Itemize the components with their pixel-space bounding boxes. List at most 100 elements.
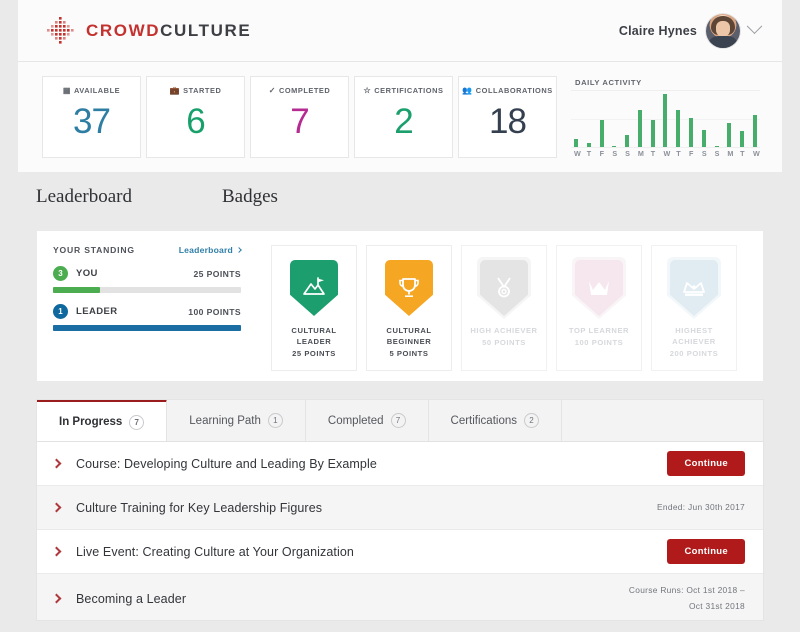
daily-activity-chart: DAILY ACTIVITY WTFSSMTWTFSSMTW (571, 76, 760, 158)
rank-badge: 1 (53, 304, 68, 319)
row-action: Continue (667, 539, 745, 564)
chevron-down-icon[interactable] (747, 18, 763, 34)
table-row[interactable]: Culture Training for Key Leadership Figu… (37, 486, 763, 530)
stat-label-text: COMPLETED (279, 86, 330, 95)
tab-count-badge: 1 (268, 413, 283, 428)
stat-label: ✓ COMPLETED (269, 86, 331, 95)
badge-list: CULTURAL LEADER 25 POINTS (271, 245, 737, 371)
chevron-right-icon[interactable] (52, 503, 62, 513)
tab-certifications[interactable]: Certifications 2 (429, 400, 562, 441)
table-row[interactable]: Becoming a Leader Course Runs: Oct 1st 2… (37, 574, 763, 621)
stat-label-text: AVAILABLE (74, 86, 120, 95)
chart-bar (663, 94, 667, 147)
chart-bar (600, 120, 604, 147)
chart-x-tick: S (702, 149, 706, 158)
progress-track-leader (53, 325, 241, 331)
chart-x-tick: T (676, 149, 680, 158)
logo-text-primary: CROWD (86, 21, 160, 40)
your-standing-widget: YOUR STANDING Leaderboard 3 YOU 25 POINT… (49, 245, 241, 331)
badge-cultural-leader[interactable]: CULTURAL LEADER 25 POINTS (271, 245, 357, 371)
medal-icon (491, 276, 517, 300)
stat-card-collaborations[interactable]: 👥 COLLABORATIONS 18 (458, 76, 557, 158)
shield-graphic (480, 260, 528, 316)
row-action: Continue (667, 451, 745, 476)
tab-count-badge: 7 (129, 415, 144, 430)
stat-value: 37 (73, 104, 110, 139)
chart-x-tick: T (587, 149, 591, 158)
continue-button[interactable]: Continue (667, 451, 745, 476)
tab-count-badge: 7 (391, 413, 406, 428)
stat-label: ▦ AVAILABLE (63, 86, 120, 95)
brand-logo[interactable]: CROWDCULTURE (46, 16, 251, 46)
tab-label: In Progress (59, 416, 122, 428)
course-title: Live Event: Creating Culture at Your Org… (76, 545, 354, 559)
chart-x-tick-labels: WTFSSMTWTFSSMTW (571, 148, 760, 158)
crown-jewel-icon (681, 277, 707, 299)
badge-cultural-beginner[interactable]: CULTURAL BEGINNER 5 POINTS (366, 245, 452, 371)
standing-row-leader: 1 LEADER 100 POINTS (53, 304, 241, 319)
user-name-label: Claire Hynes (619, 24, 697, 38)
row-action: Course Runs: Oct 1st 2018 – Oct 31st 201… (629, 583, 745, 615)
course-date-note: Course Runs: Oct 1st 2018 – Oct 31st 201… (629, 583, 745, 615)
stat-value: 7 (290, 104, 308, 139)
bag-icon: 💼 (170, 87, 181, 95)
badge-name-line2: BEGINNER (387, 337, 431, 346)
stat-card-started[interactable]: 💼 STARTED 6 (146, 76, 245, 158)
table-row[interactable]: Course: Developing Culture and Leading B… (37, 442, 763, 486)
stat-value: 2 (394, 104, 412, 139)
badge-name: HIGHEST ACHIEVER (672, 325, 716, 347)
stat-card-completed[interactable]: ✓ COMPLETED 7 (250, 76, 349, 158)
chart-bar (702, 130, 706, 147)
tab-learning-path[interactable]: Learning Path 1 (167, 400, 306, 441)
tab-label: Completed (328, 415, 384, 427)
chart-bar (740, 131, 744, 147)
chevron-right-icon[interactable] (52, 547, 62, 557)
standing-header: YOUR STANDING Leaderboard (53, 245, 241, 255)
user-menu[interactable]: Claire Hynes (619, 14, 760, 48)
chart-x-tick: W (574, 149, 578, 158)
chart-bars (571, 91, 760, 147)
badge-name-line2: ACHIEVER (672, 337, 716, 346)
stat-card-available[interactable]: ▦ AVAILABLE 37 (42, 76, 141, 158)
chart-bar (638, 110, 642, 147)
stat-label-text: STARTED (183, 86, 221, 95)
stat-label: 👥 COLLABORATIONS (462, 86, 552, 95)
chevron-right-icon[interactable] (52, 594, 62, 604)
progress-fill (53, 325, 241, 331)
continue-button[interactable]: Continue (667, 539, 745, 564)
app-header: CROWDCULTURE Claire Hynes (18, 0, 782, 62)
badges-heading: Badges (222, 186, 278, 208)
chart-bar (587, 143, 591, 147)
avatar[interactable] (706, 14, 740, 48)
badge-name-line1: CULTURAL (386, 326, 431, 335)
tab-count-badge: 2 (524, 413, 539, 428)
badge-name-line1: HIGHEST (675, 326, 713, 335)
leaderboard-link-label: Leaderboard (179, 245, 233, 255)
rank-badge: 3 (53, 266, 68, 281)
tab-completed[interactable]: Completed 7 (306, 400, 429, 441)
chart-bar (612, 146, 616, 147)
chart-bar (715, 146, 719, 147)
standing-row-you: 3 YOU 25 POINTS (53, 266, 241, 281)
badge-name-line2: LEADER (297, 337, 332, 346)
course-title: Culture Training for Key Leadership Figu… (76, 501, 322, 515)
burst-dots-icon (46, 16, 76, 46)
rank-points: 100 POINTS (188, 307, 241, 317)
leaderboard-link[interactable]: Leaderboard (179, 245, 241, 255)
badge-name: HIGH ACHIEVER (470, 325, 537, 336)
rank-name: YOU (76, 268, 98, 279)
badge-high-achiever[interactable]: HIGH ACHIEVER 50 POINTS (461, 245, 547, 371)
chart-x-tick: S (612, 149, 616, 158)
table-row[interactable]: Live Event: Creating Culture at Your Org… (37, 530, 763, 574)
chart-x-tick: S (625, 149, 629, 158)
chart-x-tick: T (740, 149, 744, 158)
badge-top-learner[interactable]: TOP LEARNER 100 POINTS (556, 245, 642, 371)
chart-bar (727, 123, 731, 147)
badge-name: TOP LEARNER (569, 325, 629, 336)
stat-card-certifications[interactable]: ☆ CERTIFICATIONS 2 (354, 76, 453, 158)
badge-highest-achiever[interactable]: HIGHEST ACHIEVER 200 POINTS (651, 245, 737, 371)
stat-label-text: COLLABORATIONS (476, 86, 553, 95)
crown-icon (586, 277, 612, 299)
chevron-right-icon[interactable] (52, 459, 62, 469)
tab-in-progress[interactable]: In Progress 7 (37, 399, 167, 441)
